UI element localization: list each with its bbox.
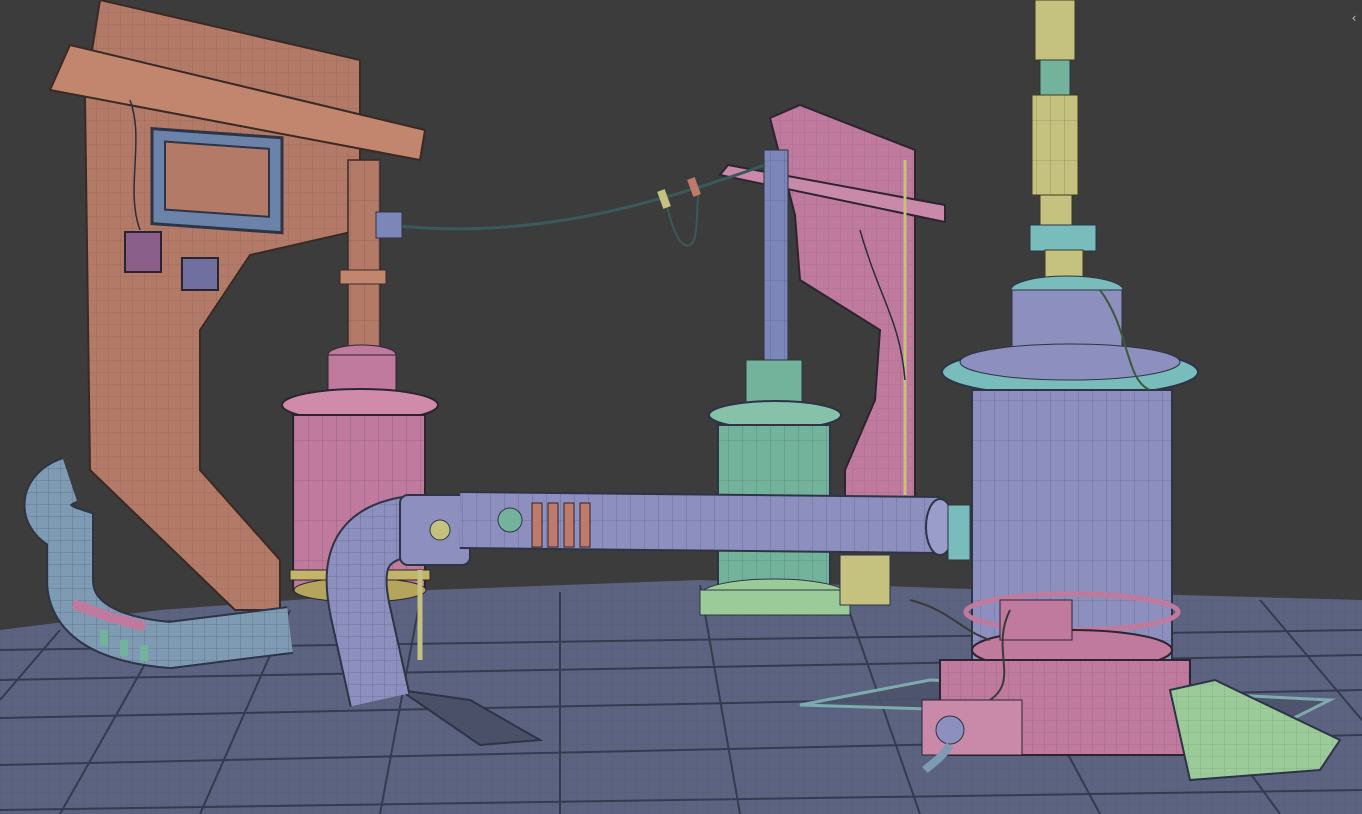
- 3d-viewport[interactable]: ‹: [0, 0, 1362, 814]
- scene-render: [0, 0, 1362, 814]
- horizontal-lilac-pipe: [459, 491, 971, 561]
- chevron-left-icon[interactable]: ‹: [1349, 11, 1359, 25]
- yellow-antenna: [1029, 0, 1097, 281]
